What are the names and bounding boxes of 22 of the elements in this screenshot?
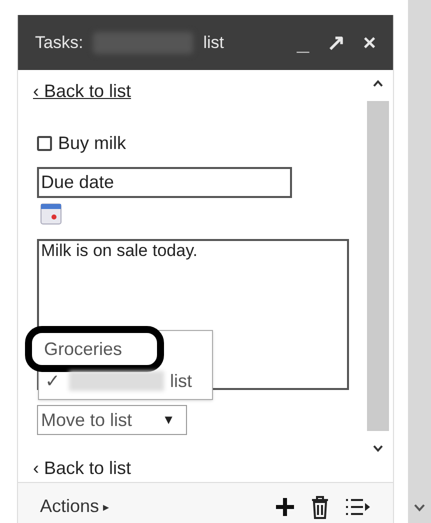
- list-menu-icon[interactable]: [345, 496, 371, 516]
- back-link[interactable]: ‹ Back to list: [33, 455, 132, 482]
- page-scrollbar[interactable]: [408, 0, 431, 523]
- scrollbar-thumb[interactable]: [367, 101, 389, 431]
- window-title: Tasks:: [35, 32, 84, 54]
- task-title: Buy milk: [58, 132, 126, 155]
- scroll-up-icon[interactable]: [373, 80, 383, 87]
- checkbox[interactable]: [37, 136, 52, 151]
- close-button[interactable]: ×: [363, 32, 376, 54]
- pop-out-button[interactable]: ↗: [327, 32, 346, 54]
- minimize-button[interactable]: _: [296, 32, 310, 54]
- add-icon[interactable]: [275, 496, 295, 516]
- menu-item[interactable]: Groceries: [32, 333, 157, 365]
- window-title: list: [203, 32, 224, 54]
- chevron-down-icon[interactable]: [414, 504, 425, 512]
- due-date-field[interactable]: Due date: [37, 167, 292, 198]
- scroll-down-icon[interactable]: [373, 445, 383, 452]
- actions-button[interactable]: Actions ▸: [40, 493, 110, 520]
- back-link[interactable]: ‹ Back to list: [33, 78, 132, 105]
- calendar-icon[interactable]: [40, 203, 62, 225]
- move-to-list-dropdown[interactable]: Move to list ▼: [37, 405, 187, 435]
- trash-icon[interactable]: [311, 494, 329, 518]
